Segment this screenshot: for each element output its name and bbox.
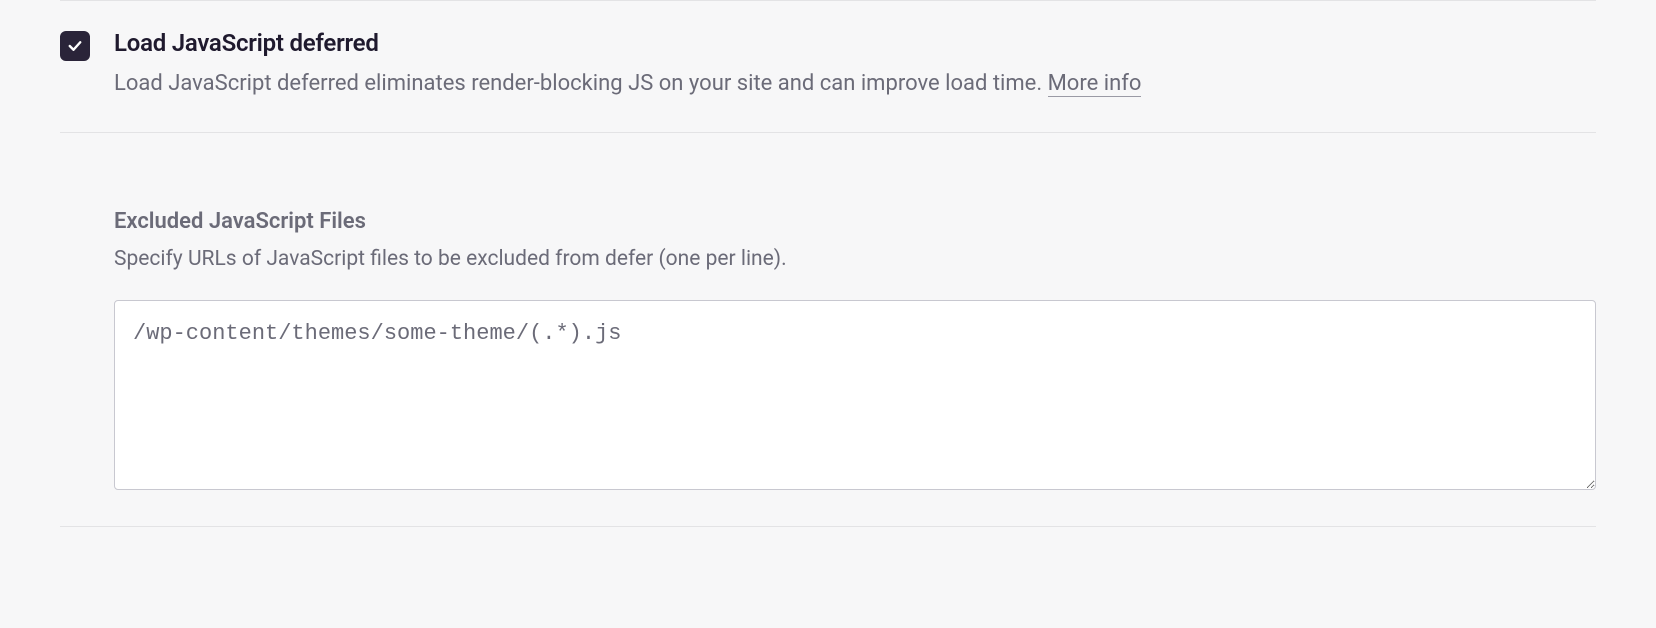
option-description-text: Load JavaScript deferred eliminates rend… — [114, 71, 1048, 96]
option-row: Load JavaScript deferred Load JavaScript… — [60, 29, 1596, 100]
checkmark-icon — [66, 37, 84, 55]
option-title: Load JavaScript deferred — [114, 29, 1596, 57]
option-content: Load JavaScript deferred Load JavaScript… — [114, 29, 1596, 100]
excluded-js-textarea[interactable] — [114, 300, 1596, 490]
excluded-subsection: Excluded JavaScript Files Specify URLs o… — [60, 161, 1596, 494]
excluded-section: Excluded JavaScript Files Specify URLs o… — [60, 132, 1596, 527]
excluded-description: Specify URLs of JavaScript files to be e… — [114, 244, 1596, 276]
more-info-link[interactable]: More info — [1048, 71, 1142, 97]
option-description: Load JavaScript deferred eliminates rend… — [114, 67, 1596, 100]
excluded-title: Excluded JavaScript Files — [114, 209, 1596, 234]
checkbox-wrap — [60, 29, 90, 61]
load-js-deferred-checkbox[interactable] — [60, 31, 90, 61]
option-section: Load JavaScript deferred Load JavaScript… — [60, 0, 1596, 132]
